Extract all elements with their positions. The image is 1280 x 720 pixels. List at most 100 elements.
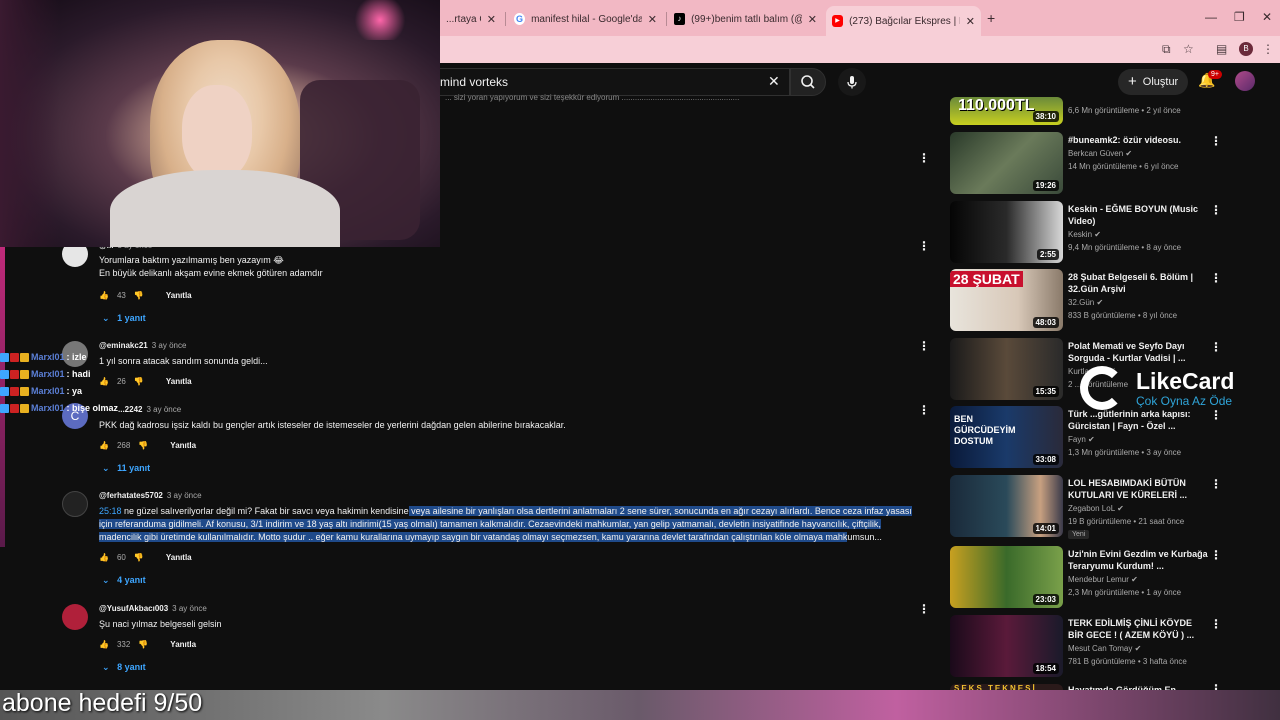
comment-author[interactable]: @YusufAkbacı003 3 ay önce — [99, 604, 207, 613]
video-channel[interactable]: Fayn ✔ — [1068, 435, 1095, 444]
video-card[interactable]: 28 ŞUBAT 48:03 28 Şubat Belgeseli 6. Böl… — [950, 269, 1250, 333]
chat-username[interactable]: Marxl01 — [31, 369, 65, 379]
chat-username[interactable]: Marxl01 — [31, 403, 65, 413]
video-menu-icon[interactable]: ⋮ — [1210, 477, 1222, 491]
timestamp-link[interactable]: 25:18 — [99, 506, 122, 516]
install-icon[interactable]: ⧉ — [1162, 42, 1171, 57]
reply-button[interactable]: Yanıtla — [166, 291, 192, 300]
dislike-icon[interactable]: 👎 — [134, 291, 144, 300]
close-icon[interactable]: ✕ — [966, 15, 975, 28]
video-card[interactable]: BEN GÜRCÜDEYİM DOSTUM 33:08 Türk ...gütl… — [950, 406, 1250, 470]
video-thumbnail[interactable]: 28 ŞUBAT 48:03 — [950, 269, 1063, 331]
reply-button[interactable]: Yanıtla — [170, 441, 196, 450]
voice-search-button[interactable] — [838, 68, 866, 96]
video-channel[interactable]: 32.Gün ✔ — [1068, 298, 1103, 307]
sidepanel-icon[interactable]: ▤ — [1216, 42, 1227, 56]
commenter-avatar[interactable] — [62, 491, 88, 517]
video-thumbnail[interactable]: 14:01 — [950, 475, 1063, 537]
close-icon[interactable]: ✕ — [808, 13, 817, 26]
tab-4-active[interactable]: ▶ (273) Bağcılar Ekspres | Dalton... ✕ — [826, 6, 981, 36]
comment-actions: 👍 26 👎 Yanıtla — [99, 377, 192, 386]
replies-toggle[interactable]: ⌄ 11 yanıt — [102, 463, 150, 474]
like-icon[interactable]: 👍 — [99, 377, 109, 386]
video-channel[interactable]: Zegabon LoL ✔ — [1068, 504, 1124, 513]
video-channel[interactable]: Mendebur Lemur ✔ — [1068, 575, 1138, 584]
video-thumbnail[interactable]: 15:35 — [950, 338, 1063, 400]
video-card[interactable]: 19:26 #buneamk2: özür videosu. Berkcan G… — [950, 132, 1250, 196]
minimize-icon[interactable]: — — [1205, 10, 1217, 24]
video-title[interactable]: Keskin - EĞME BOYUN (Music Video) — [1068, 203, 1208, 227]
reply-button[interactable]: Yanıtla — [170, 640, 196, 649]
chat-username[interactable]: Marxl01 — [31, 352, 65, 362]
close-window-icon[interactable]: ✕ — [1262, 10, 1272, 24]
new-tab-button[interactable]: + — [987, 10, 995, 26]
comment-menu-icon[interactable]: ⋮ — [918, 602, 930, 616]
video-title[interactable]: 28 Şubat Belgeseli 6. Bölüm | 32.Gün Arş… — [1068, 271, 1208, 295]
reply-button[interactable]: Yanıtla — [166, 377, 192, 386]
replies-toggle[interactable]: ⌄ 1 yanıt — [102, 313, 146, 324]
dislike-icon[interactable]: 👎 — [138, 441, 148, 450]
video-channel[interactable]: Keskin ✔ — [1068, 230, 1101, 239]
tab-2[interactable]: G manifest hilal - Google'da Ara ✕ — [508, 8, 663, 30]
video-menu-icon[interactable]: ⋮ — [1210, 617, 1222, 631]
tiktok-icon: ♪ — [674, 13, 686, 25]
bookmark-star-icon[interactable]: ☆ — [1183, 42, 1194, 56]
video-card[interactable]: 14:01 LOL HESABIMDAKİ BÜTÜN KUTULARI VE … — [950, 475, 1250, 539]
commenter-avatar[interactable] — [62, 604, 88, 630]
video-menu-icon[interactable]: ⋮ — [1210, 203, 1222, 217]
video-card[interactable]: 2:55 Keskin - EĞME BOYUN (Music Video) K… — [950, 201, 1250, 265]
video-menu-icon[interactable]: ⋮ — [1210, 271, 1222, 285]
comment-author[interactable]: ...2242 3 ay önce — [118, 405, 181, 414]
dislike-icon[interactable]: 👎 — [134, 377, 144, 386]
search-button[interactable] — [790, 68, 826, 96]
video-thumbnail[interactable]: 19:26 — [950, 132, 1063, 194]
tab-1[interactable]: ...rtaya Çıkan ✕ — [440, 8, 502, 30]
tab-3[interactable]: ♪ (99+)benim tatlı balım (@burcu... ✕ — [668, 8, 823, 30]
comment-menu-icon[interactable]: ⋮ — [918, 403, 930, 417]
like-icon[interactable]: 👍 — [99, 441, 109, 450]
comment-author[interactable]: @ferhatates5702 3 ay önce — [99, 491, 202, 500]
video-title[interactable]: Polat Memati ve Seyfo Dayı Sorguda - Kur… — [1068, 340, 1208, 364]
menu-dots-icon[interactable]: ⋮ — [1262, 42, 1274, 56]
video-channel[interactable]: Mesut Can Tomay ✔ — [1068, 644, 1141, 653]
restore-icon[interactable]: ❐ — [1234, 10, 1245, 24]
like-icon[interactable]: 👍 — [99, 553, 109, 562]
video-title[interactable]: #buneamk2: özür videosu. — [1068, 134, 1208, 146]
video-title[interactable]: TERK EDİLMİŞ ÇİNLİ KÖYDE BİR GECE ! ( AZ… — [1068, 617, 1208, 641]
dislike-icon[interactable]: 👎 — [138, 640, 148, 649]
video-menu-icon[interactable]: ⋮ — [1210, 340, 1222, 354]
create-button[interactable]: + Oluştur — [1118, 69, 1188, 95]
plus-icon: + — [1128, 73, 1137, 90]
close-icon[interactable]: ✕ — [648, 13, 657, 26]
video-card[interactable]: 110.000TL 38:10 6,6 Mn görüntüleme • 2 y… — [950, 97, 1250, 127]
video-thumbnail[interactable]: 18:54 — [950, 615, 1063, 677]
dislike-icon[interactable]: 👎 — [134, 553, 144, 562]
video-thumbnail[interactable]: 2:55 — [950, 201, 1063, 263]
reply-button[interactable]: Yanıtla — [166, 553, 192, 562]
replies-toggle[interactable]: ⌄ 4 yanıt — [102, 575, 146, 586]
video-thumbnail[interactable]: 23:03 — [950, 546, 1063, 608]
clear-search-icon[interactable]: ✕ — [768, 73, 780, 90]
video-card[interactable]: 18:54 TERK EDİLMİŞ ÇİNLİ KÖYDE BİR GECE … — [950, 615, 1250, 679]
video-channel[interactable]: Berkcan Güven ✔ — [1068, 149, 1132, 158]
like-icon[interactable]: 👍 — [99, 640, 109, 649]
comment-menu-icon[interactable]: ⋮ — [918, 151, 930, 165]
browser-profile-avatar[interactable]: B — [1239, 42, 1253, 56]
video-title[interactable]: LOL HESABIMDAKİ BÜTÜN KUTULARI VE KÜRELE… — [1068, 477, 1208, 501]
replies-toggle[interactable]: ⌄ 8 yanıt — [102, 662, 146, 673]
chat-username[interactable]: Marxl01 — [31, 386, 65, 396]
comment-menu-icon[interactable]: ⋮ — [918, 239, 930, 253]
search-query[interactable]: mind vorteks — [440, 75, 508, 89]
comment-menu-icon[interactable]: ⋮ — [918, 339, 930, 353]
video-thumbnail[interactable]: BEN GÜRCÜDEYİM DOSTUM 33:08 — [950, 406, 1063, 468]
video-menu-icon[interactable]: ⋮ — [1210, 548, 1222, 562]
chat-message: Marxl01: hadi — [0, 369, 91, 379]
close-icon[interactable]: ✕ — [487, 13, 496, 26]
user-avatar[interactable] — [1235, 71, 1255, 91]
video-card[interactable]: 23:03 Uzi'nin Evini Gezdim ve Kurbağa Te… — [950, 546, 1250, 610]
comment-author[interactable]: @eminakc21 3 ay önce — [99, 341, 186, 350]
like-icon[interactable]: 👍 — [99, 291, 109, 300]
video-thumbnail[interactable]: 110.000TL 38:10 — [950, 97, 1063, 125]
video-title[interactable]: Uzi'nin Evini Gezdim ve Kurbağa Teraryum… — [1068, 548, 1208, 572]
video-menu-icon[interactable]: ⋮ — [1210, 134, 1222, 148]
